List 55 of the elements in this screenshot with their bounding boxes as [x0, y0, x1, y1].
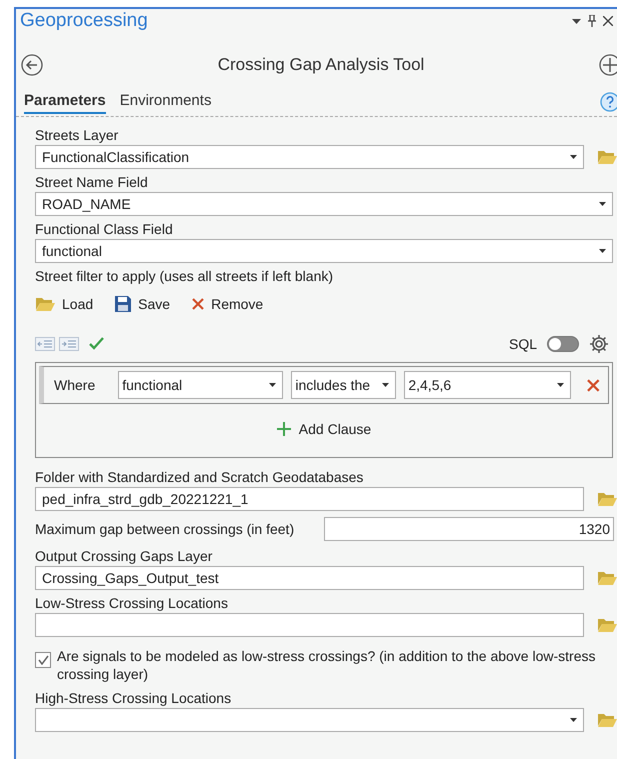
field-label: High-Stress Crossing Locations [35, 690, 232, 706]
folder-icon[interactable] [597, 149, 617, 165]
pin-icon[interactable] [588, 15, 596, 27]
caret-icon [557, 383, 564, 387]
sql-label: SQL [508, 336, 537, 352]
folder-icon[interactable] [597, 617, 617, 633]
field-label: Functional Class Field [35, 221, 174, 237]
remove-button[interactable]: Remove [192, 296, 264, 312]
field-label: Streets Layer [35, 127, 120, 143]
caret-icon [382, 383, 390, 387]
dropdown-field[interactable]: functional [35, 239, 613, 263]
load-button[interactable]: Load [35, 296, 94, 312]
field-label: Maximum gap between crossings (in feet) [35, 521, 296, 537]
folder-icon[interactable] [597, 491, 617, 507]
save-button[interactable]: Save [115, 296, 170, 312]
sql-toggle[interactable] [547, 336, 579, 352]
checkbox[interactable] [35, 652, 51, 668]
dropdown-field[interactable] [35, 708, 584, 732]
back-icon[interactable] [21, 54, 43, 76]
tab[interactable]: Environments [120, 90, 212, 114]
close-icon[interactable] [603, 16, 613, 26]
folder-icon[interactable] [597, 570, 617, 586]
close-icon[interactable] [587, 378, 600, 392]
help-icon[interactable] [600, 92, 617, 112]
plus-icon [276, 422, 291, 436]
field-label: Output Crossing Gaps Layer [35, 548, 214, 564]
indent-icon[interactable] [59, 337, 79, 351]
input-field[interactable] [35, 613, 584, 637]
settings-icon[interactable] [589, 334, 609, 354]
field-dropdown[interactable]: functional [118, 371, 284, 399]
field-label: Street filter to apply (uses all streets if left blank) [35, 268, 334, 284]
input-field[interactable]: ped_infra_strd_gdb_20221221_1 [35, 487, 584, 511]
tab[interactable]: Parameters [24, 90, 106, 114]
caret-icon [269, 383, 276, 387]
checkbox-label: Are signals to be modeled as low-stress crossings? (in addition to the above low-stress crossing layer) [57, 647, 596, 683]
outdent-icon[interactable] [35, 337, 55, 351]
where-label: Where [54, 377, 96, 393]
number-field[interactable]: 1320 [324, 517, 614, 541]
tool-title: Crossing Gap Analysis Tool [216, 55, 426, 75]
add-clause-button[interactable]: Add Clause [270, 409, 378, 449]
values-dropdown[interactable]: 2,4,5,6 [404, 371, 572, 399]
input-field[interactable]: Crossing_Gaps_Output_test [35, 566, 584, 590]
dropdown-field[interactable]: FunctionalClassification [35, 145, 584, 169]
x-icon [192, 298, 204, 310]
pane-title: Geoprocessing [20, 10, 149, 32]
dropdown-field[interactable]: ROAD_NAME [35, 192, 613, 216]
field-label: Folder with Standardized and Scratch Geodatabases [35, 469, 364, 485]
field-label: Street Name Field [35, 174, 149, 190]
checkmark-icon[interactable] [89, 337, 105, 351]
folder-icon [35, 296, 55, 312]
folder-icon[interactable] [597, 712, 617, 728]
operator-dropdown[interactable]: includes the [291, 371, 396, 399]
add-icon[interactable] [599, 54, 617, 76]
dropdown-arrow-icon[interactable] [572, 18, 581, 24]
field-label: Low-Stress Crossing Locations [35, 595, 229, 611]
